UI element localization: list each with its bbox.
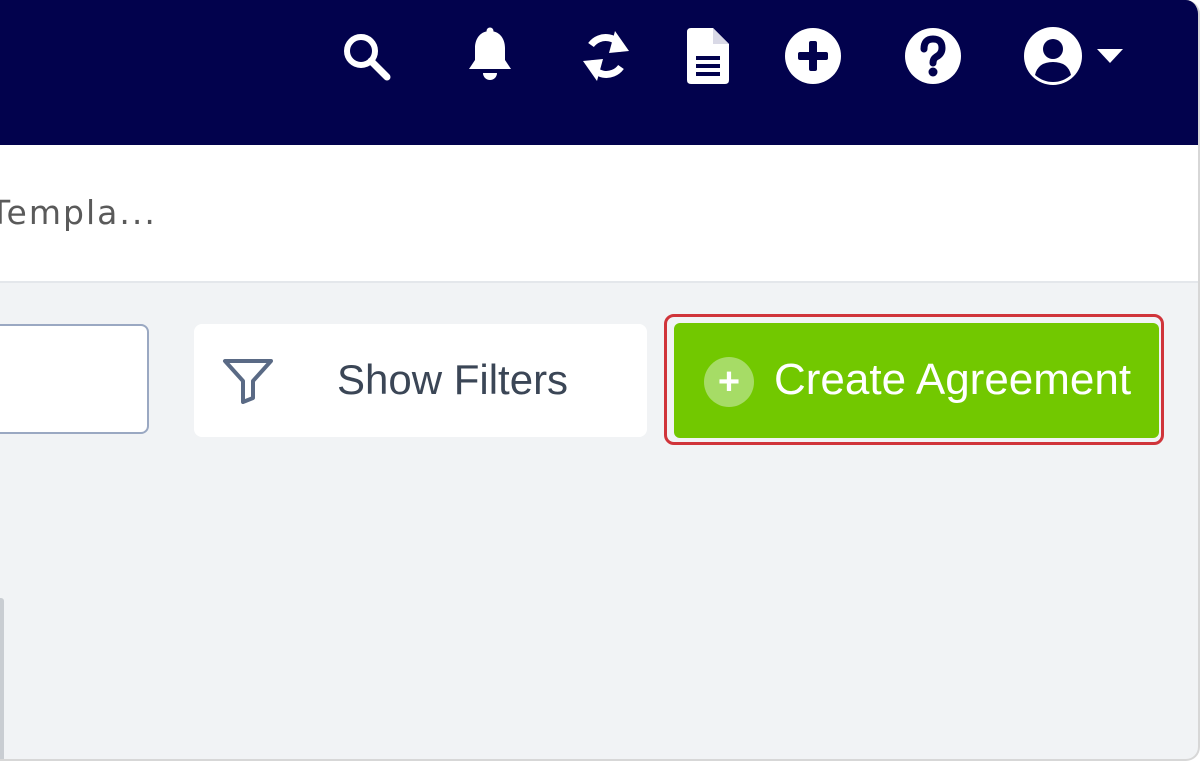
show-filters-button[interactable]: Show Filters (194, 324, 647, 437)
show-filters-label: Show Filters (337, 356, 569, 403)
bell-icon[interactable] (460, 26, 520, 86)
document-icon[interactable] (680, 26, 736, 86)
app-window: Templa... Show Filters + Create Agreemen… (0, 0, 1200, 761)
search-input[interactable] (0, 324, 149, 434)
help-icon[interactable] (902, 26, 964, 86)
sync-icon[interactable] (576, 26, 636, 86)
breadcrumb[interactable]: Templa... (0, 193, 157, 232)
top-navigation-bar (0, 0, 1198, 145)
user-avatar-icon[interactable] (1020, 26, 1086, 86)
breadcrumb-bar: Templa... (0, 145, 1198, 283)
caret-down-icon[interactable] (1092, 26, 1128, 86)
add-circle-icon[interactable] (782, 26, 844, 86)
create-agreement-button[interactable]: + Create Agreement (674, 323, 1159, 438)
search-icon[interactable] (336, 26, 396, 86)
create-agreement-label: Create Agreement (774, 355, 1132, 404)
plus-circle-icon: + (704, 357, 754, 407)
scrollbar-edge[interactable] (0, 598, 4, 759)
filter-icon (222, 358, 274, 409)
